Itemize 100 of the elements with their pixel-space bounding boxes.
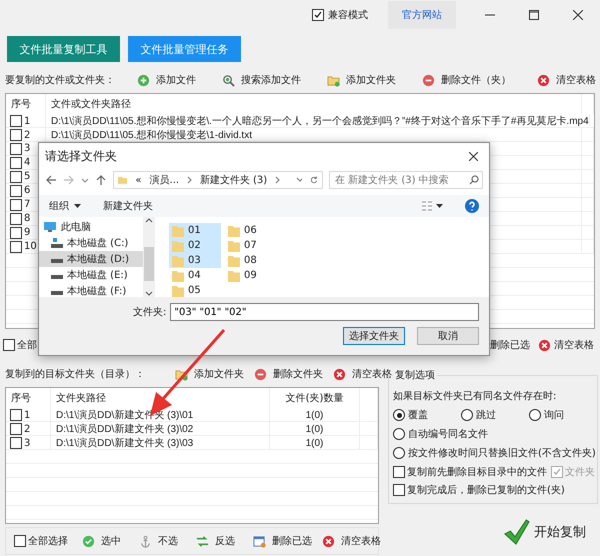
section-label: 要复制的文件或文件夹： <box>5 74 115 87</box>
file-count: 1(0) <box>306 438 324 448</box>
toolbar-button[interactable]: 选中 <box>82 534 121 548</box>
checkbox[interactable] <box>10 240 22 252</box>
folder-item[interactable]: 08 <box>225 253 277 268</box>
radio-option[interactable]: 询问 <box>529 408 579 422</box>
clear-icon <box>322 534 335 548</box>
checkbox[interactable] <box>10 129 22 141</box>
row-number: 1 <box>24 410 30 420</box>
checkbox[interactable] <box>393 484 405 496</box>
row-number: 2 <box>24 424 30 434</box>
scrollbar[interactable] <box>143 217 155 297</box>
radio-option[interactable]: 覆盖 <box>393 408 443 422</box>
folder-item[interactable]: 09 <box>225 268 277 283</box>
folder-item[interactable]: 03 <box>169 253 221 268</box>
clear-icon <box>537 74 550 86</box>
address-bar[interactable]: « 演员... 新建文件夹 (3) <box>113 171 323 189</box>
dialog-button[interactable]: 取消 <box>417 327 479 345</box>
nav-item[interactable]: 本地磁盘 (C:) <box>39 235 143 251</box>
folder-path: D:\1\演员DD\新建文件夹 (3)\03 <box>56 436 194 450</box>
checkbox[interactable] <box>10 212 22 224</box>
checkbox[interactable] <box>312 9 324 21</box>
radio-option[interactable]: 自动编号同名文件 <box>393 427 488 441</box>
toolbar-button[interactable]: 搜索添加文件 <box>222 73 301 87</box>
row-number: 6 <box>24 185 30 196</box>
checkbox[interactable] <box>10 115 22 127</box>
checkbox[interactable] <box>10 437 22 449</box>
toolbar-button[interactable]: 不选 <box>139 534 178 548</box>
toolbar-button[interactable]: 新建文件夹 <box>103 199 153 213</box>
toolbar-button[interactable]: 反选 <box>196 534 235 548</box>
checkbox[interactable] <box>10 409 22 421</box>
row-number: 5 <box>24 171 30 182</box>
minimize-icon <box>485 14 495 16</box>
folder-item[interactable]: 02 <box>169 238 221 253</box>
toolbar-button[interactable]: 组织 <box>49 199 81 213</box>
row-number: 4 <box>24 157 30 168</box>
toolbar-button[interactable]: 删除文件夹 <box>254 367 323 381</box>
toolbar-button[interactable]: 清空表格 <box>322 534 381 548</box>
toolbar-button[interactable]: 删除已选 <box>253 534 312 548</box>
back-icon[interactable] <box>45 174 57 186</box>
nav-item[interactable]: 本地磁盘 (F:) <box>39 283 143 299</box>
nav-item[interactable]: 本地磁盘 (D:) <box>39 251 143 267</box>
folder-item[interactable]: 01 <box>169 223 221 238</box>
nav-item[interactable]: 本地磁盘 (E:) <box>39 267 143 283</box>
breadcrumb-chevron: « <box>135 174 142 186</box>
chevron-icon <box>187 176 192 184</box>
folder-item[interactable]: 07 <box>225 238 277 253</box>
checkbox[interactable] <box>10 226 22 238</box>
radio-button[interactable] <box>393 428 405 440</box>
dialog-button[interactable]: 选择文件夹 <box>343 327 405 345</box>
folder-item[interactable]: 06 <box>225 223 277 238</box>
nav-item[interactable]: 此电脑 <box>39 219 143 235</box>
folder-icon <box>228 270 240 282</box>
toolbar-button[interactable]: 清空表格 <box>537 73 596 87</box>
checkbox[interactable] <box>393 466 405 478</box>
checkbox[interactable] <box>10 198 22 210</box>
row-number: 3 <box>24 143 30 154</box>
row-number: 7 <box>24 199 30 210</box>
checkbox[interactable] <box>3 339 15 351</box>
view-options-icon[interactable] <box>421 201 443 211</box>
mode-tab[interactable]: 文件批量复制工具 <box>7 36 120 62</box>
checkbox[interactable] <box>10 156 22 168</box>
help-icon[interactable] <box>465 199 479 213</box>
scroll-down-icon[interactable] <box>145 291 153 297</box>
breadcrumb-item[interactable]: 演员... <box>150 173 180 187</box>
row-number: 9 <box>24 227 30 238</box>
search-icon <box>222 74 235 86</box>
radio-button[interactable] <box>529 409 541 421</box>
checkbox[interactable] <box>14 535 26 547</box>
radio-button[interactable] <box>393 409 405 421</box>
group-title: 复制选项 <box>394 368 436 382</box>
toolbar-button[interactable]: 删除已选 <box>490 338 530 352</box>
folder-item[interactable]: 04 <box>169 268 221 283</box>
checkbox[interactable] <box>10 170 22 182</box>
start-copy-button[interactable]: 开始复制 <box>498 516 590 548</box>
toolbar-button[interactable]: 删除文件（夹） <box>422 73 511 87</box>
website-link[interactable]: 官方网站 <box>388 1 456 29</box>
breadcrumb-item[interactable]: 新建文件夹 (3) <box>200 173 268 187</box>
toolbar-button[interactable]: 添加文件夹 <box>175 367 244 381</box>
folder-item[interactable]: 05 <box>169 283 221 298</box>
search-field[interactable]: 在 新建文件夹 (3) 中搜索 <box>329 171 483 189</box>
maximize-icon <box>529 10 539 20</box>
scroll-up-icon[interactable] <box>145 217 153 223</box>
radio-button[interactable] <box>461 409 473 421</box>
toolbar-button[interactable]: 清空表格 <box>538 338 594 352</box>
checkbox[interactable] <box>10 142 22 154</box>
refresh-icon[interactable] <box>310 175 318 185</box>
radio-option[interactable]: 跳过 <box>461 408 511 422</box>
up-icon[interactable] <box>95 174 107 186</box>
toolbar-button[interactable]: 添加文件夹 <box>327 73 396 87</box>
folder-name-field[interactable]: "03" "01" "02" <box>170 303 479 321</box>
toolbar-button[interactable]: 添加文件 <box>137 73 196 87</box>
checkbox[interactable] <box>10 423 22 435</box>
radio-option[interactable]: 按文件修改时间只替换旧文件(不含文件夹) <box>393 446 596 460</box>
caret-icon[interactable] <box>296 176 302 184</box>
checkbox[interactable] <box>10 184 22 196</box>
folder-path: D:\1\演员DD\新建文件夹 (3)\02 <box>56 422 194 436</box>
radio-button[interactable] <box>393 447 405 459</box>
system-drive-icon <box>51 238 63 248</box>
row-number: 1 <box>24 116 30 126</box>
